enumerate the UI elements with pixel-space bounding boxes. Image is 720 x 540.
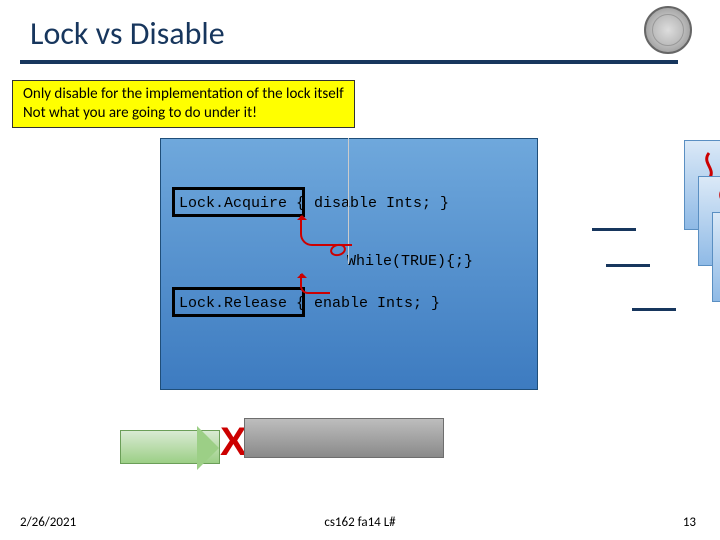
slide-title: Lock vs Disable: [30, 14, 225, 53]
code-panel: Lock.Acquire { disable Ints; } While(TRU…: [160, 138, 538, 390]
highlight-box-acquire: [172, 187, 305, 217]
footer-page: 13: [683, 515, 696, 530]
slide: Lock vs Disable Only disable for the imp…: [0, 0, 720, 540]
red-arrow-icon: [300, 274, 330, 294]
callout-line1: Only disable for the implementation of t…: [23, 85, 344, 104]
university-seal-icon: [644, 6, 692, 54]
code-loop: While(TRUE){;}: [347, 253, 473, 270]
footer-center: cs162 fa14 L#: [324, 515, 395, 530]
baseline-bar: [606, 264, 650, 267]
red-arrow-icon: [300, 216, 352, 246]
baseline-bar: [632, 308, 676, 311]
thread-card: [712, 212, 720, 302]
baseline-bar: [592, 228, 636, 231]
callout-line2: Not what you are going to do under it!: [23, 104, 344, 123]
title-underline: [20, 60, 678, 64]
red-x-icon: X: [220, 420, 247, 465]
green-arrow-icon: [120, 430, 220, 464]
gray-box: [244, 418, 444, 458]
callout-box: Only disable for the implementation of t…: [12, 80, 355, 128]
highlight-box-release: [172, 287, 305, 317]
footer-date: 2/26/2021: [20, 515, 76, 530]
